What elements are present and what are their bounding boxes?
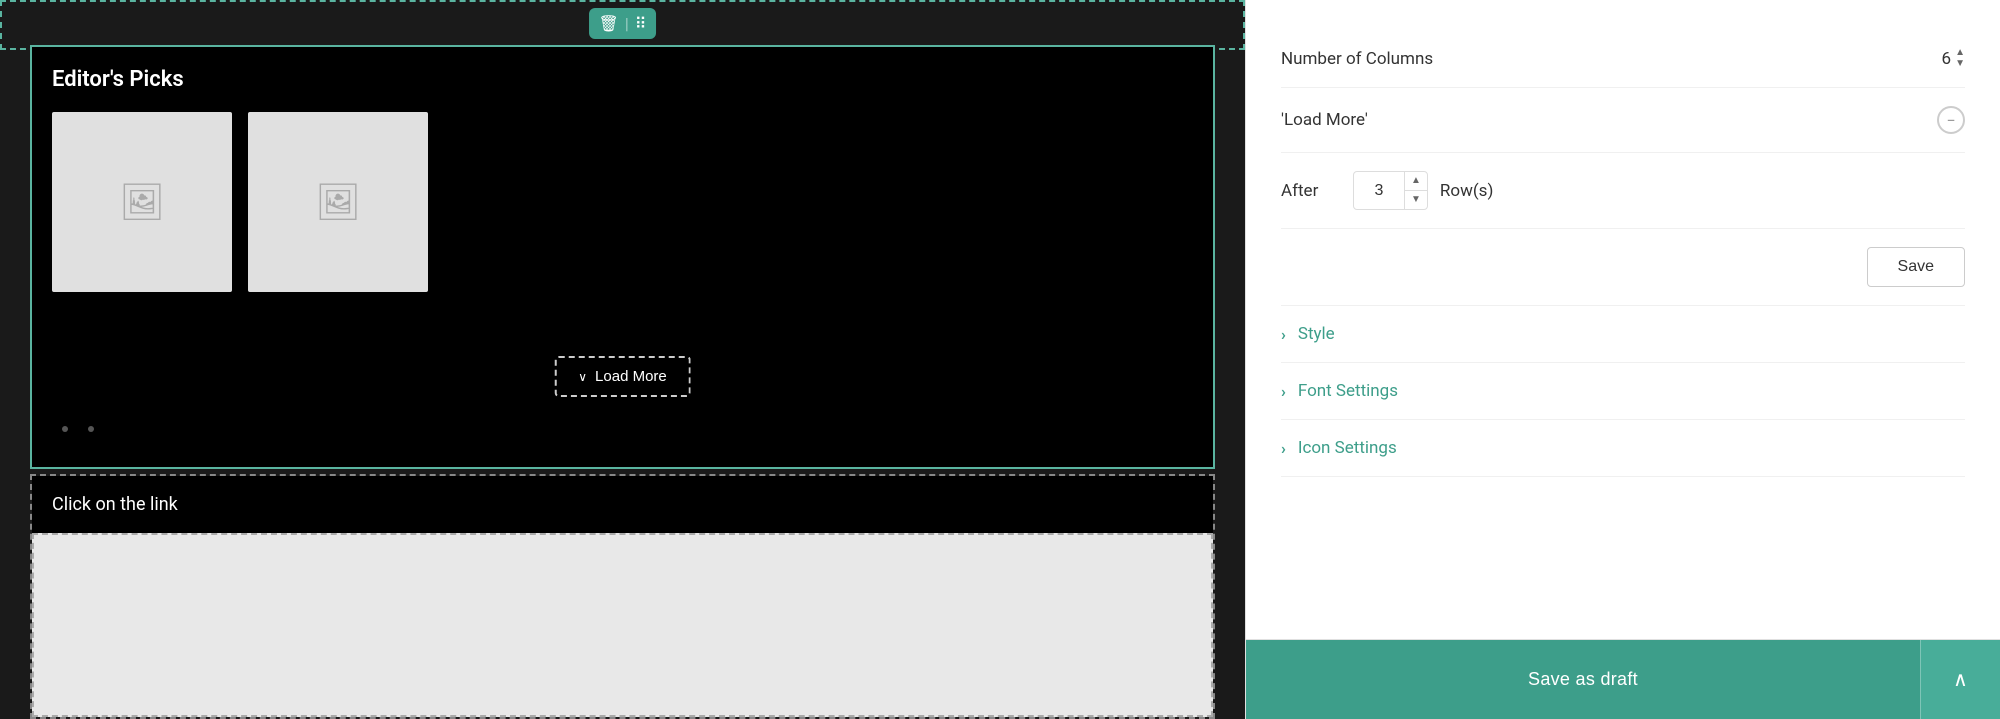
font-chevron-icon: ›	[1281, 382, 1286, 401]
save-area: Save	[1281, 229, 1965, 306]
expand-icon: ∧	[1953, 667, 1968, 692]
drag-icon[interactable]: ⠿	[635, 14, 647, 33]
delete-icon[interactable]: 🗑	[599, 14, 619, 33]
columns-spinner[interactable]: 6 ▲ ▼	[1942, 48, 1965, 69]
after-label: After	[1281, 181, 1341, 201]
chevron-down-icon: ∨	[578, 370, 587, 384]
rows-label: Row(s)	[1440, 181, 1493, 201]
columns-value: 6	[1942, 49, 1952, 69]
style-label: Style	[1298, 324, 1335, 344]
after-value-input[interactable]	[1354, 176, 1404, 206]
click-link-text: Click on the link	[52, 494, 178, 515]
icon-chevron-icon: ›	[1281, 439, 1286, 458]
image-placeholder-icon-1: 🖼	[119, 181, 165, 223]
editors-picks-block: Editor's Picks 🖼 🖼 ∨ Load More	[30, 45, 1215, 469]
after-row: After ▲ ▼ Row(s)	[1281, 153, 1965, 229]
click-link-body	[32, 533, 1213, 717]
load-more-container: ∨ Load More	[554, 356, 691, 397]
font-settings-accordion[interactable]: › Font Settings	[1281, 363, 1965, 420]
dot-2	[88, 426, 94, 432]
image-placeholder-icon-2: 🖼	[315, 181, 361, 223]
pick-card-1: 🖼	[52, 112, 232, 292]
columns-arrows[interactable]: ▲ ▼	[1955, 48, 1965, 69]
icon-settings-accordion[interactable]: › Icon Settings	[1281, 420, 1965, 477]
after-down-icon[interactable]: ▼	[1405, 191, 1427, 209]
icon-settings-label: Icon Settings	[1298, 438, 1397, 458]
save-as-draft-button[interactable]: Save as draft	[1246, 640, 1920, 719]
load-more-button[interactable]: ∨ Load More	[554, 356, 691, 397]
expand-button[interactable]: ∧	[1920, 640, 2000, 719]
bottom-bar: Save as draft ∧	[1246, 639, 2000, 719]
panel-content: Number of Columns 6 ▲ ▼ 'Load More' − Af…	[1246, 0, 2000, 639]
font-settings-label: Font Settings	[1298, 381, 1398, 401]
dot-indicators	[62, 426, 94, 432]
minus-icon: −	[1946, 111, 1955, 130]
collapse-button[interactable]: −	[1937, 106, 1965, 134]
picks-grid: 🖼 🖼	[52, 112, 1193, 292]
columns-setting-row: Number of Columns 6 ▲ ▼	[1281, 30, 1965, 88]
arrow-up-icon[interactable]: ▲	[1955, 48, 1965, 58]
columns-label: Number of Columns	[1281, 49, 1433, 69]
save-button[interactable]: Save	[1867, 247, 1965, 287]
floating-toolbar: 🗑 | ⠿	[589, 8, 657, 39]
after-spinners[interactable]: ▲ ▼	[1404, 172, 1427, 209]
dot-1	[62, 426, 68, 432]
after-up-icon[interactable]: ▲	[1405, 172, 1427, 191]
canvas-area: 🗑 | ⠿ Editor's Picks 🖼 🖼 ∨ Load More	[0, 0, 1245, 719]
style-chevron-icon: ›	[1281, 325, 1286, 344]
load-more-label: Load More	[595, 368, 667, 385]
pick-card-2: 🖼	[248, 112, 428, 292]
editors-picks-title: Editor's Picks	[52, 67, 1193, 92]
after-input-group[interactable]: ▲ ▼	[1353, 171, 1428, 210]
load-more-setting-row: 'Load More' −	[1281, 88, 1965, 153]
right-panel: Number of Columns 6 ▲ ▼ 'Load More' − Af…	[1245, 0, 2000, 719]
load-more-setting-label: 'Load More'	[1281, 110, 1368, 130]
arrow-down-icon[interactable]: ▼	[1955, 59, 1965, 69]
style-accordion[interactable]: › Style	[1281, 306, 1965, 363]
click-link-header: Click on the link	[32, 476, 1213, 533]
click-link-block: Click on the link	[30, 474, 1215, 719]
